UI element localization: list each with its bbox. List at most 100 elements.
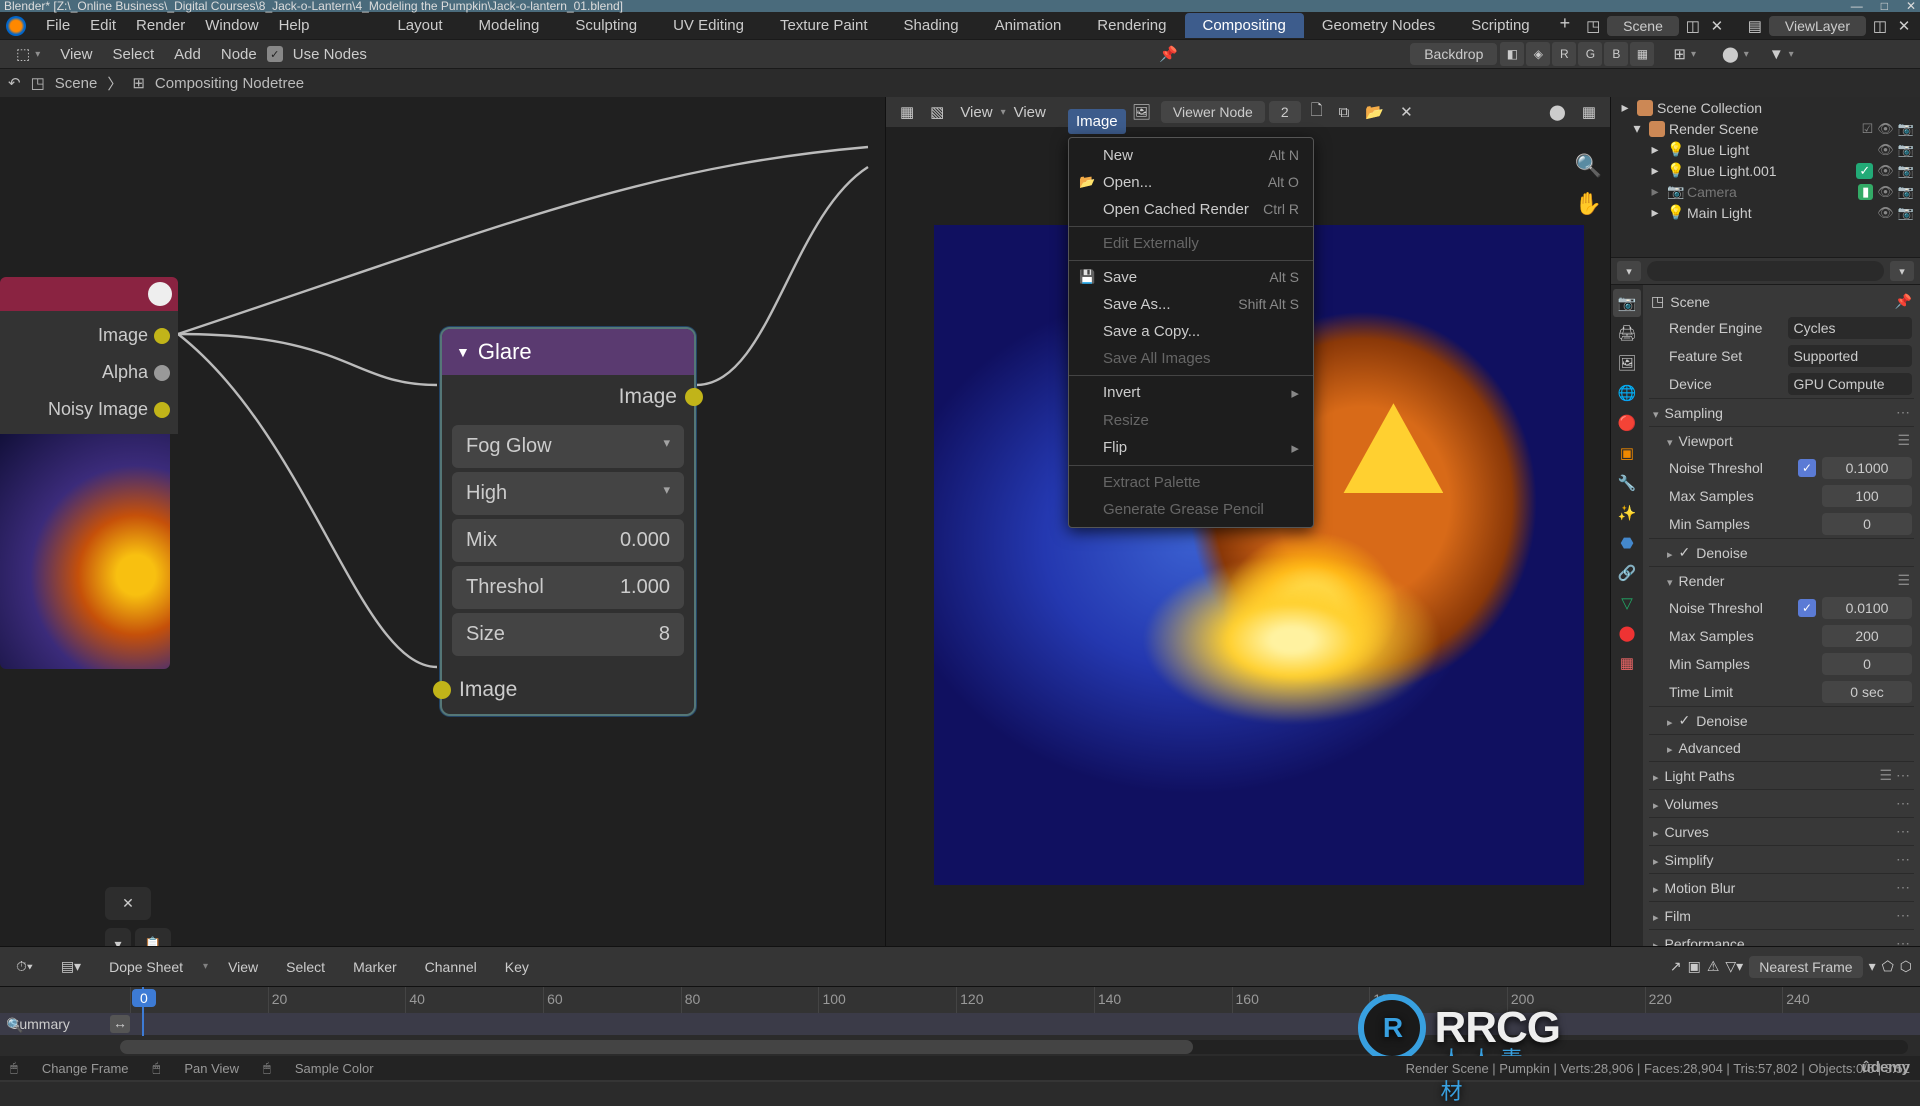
- menu-edit[interactable]: Edit: [80, 17, 126, 34]
- iv-image-menu[interactable]: Image: [1068, 109, 1126, 134]
- scene-name[interactable]: Scene: [1607, 16, 1679, 36]
- menu-render[interactable]: Render: [126, 17, 195, 34]
- props-editor-type[interactable]: ▾: [1617, 261, 1641, 281]
- dopesheet-view[interactable]: View: [220, 959, 266, 975]
- iv-close-icon[interactable]: ✕: [1392, 103, 1421, 121]
- render-icon[interactable]: 📷: [1898, 121, 1914, 137]
- glare-in-socket[interactable]: [433, 681, 451, 699]
- dopesheet-cursor-icon[interactable]: ↗: [1670, 958, 1682, 975]
- iv-mode[interactable]: ▧: [922, 103, 952, 121]
- tab-compositing[interactable]: Compositing: [1185, 13, 1304, 38]
- iv-image-select[interactable]: 🖼: [1124, 103, 1159, 121]
- editor-type-dropdown[interactable]: ⬚: [6, 45, 50, 63]
- timeline[interactable]: 020406080100120140160180200220240 Summar…: [0, 986, 1920, 1056]
- light-paths-section[interactable]: Light Paths: [1665, 768, 1735, 784]
- tab-rendering[interactable]: Rendering: [1079, 13, 1184, 38]
- channel-g-button[interactable]: G: [1578, 42, 1602, 66]
- scene-del-icon[interactable]: ✕: [1707, 16, 1727, 36]
- min-samples-value[interactable]: 0: [1822, 513, 1912, 535]
- dopesheet-mode[interactable]: ▤▾: [53, 958, 89, 975]
- outliner[interactable]: ▸Scene Collection ▾Render Scene☑👁📷 ▸💡Blu…: [1611, 97, 1920, 257]
- props-options-icon[interactable]: ▾: [1890, 261, 1914, 281]
- menu-new[interactable]: NewAlt N: [1069, 142, 1313, 169]
- tab-scripting[interactable]: Scripting: [1453, 13, 1547, 38]
- node-editor[interactable]: Image Alpha Noisy Image ▼Glare Image Fog…: [0, 97, 885, 946]
- crumb-back-icon[interactable]: ↶: [8, 74, 21, 92]
- dopesheet-marker[interactable]: Marker: [345, 959, 405, 975]
- dopesheet-prop-3[interactable]: ⬡: [1900, 958, 1912, 975]
- maximize-icon[interactable]: □: [1881, 0, 1888, 13]
- performance-section[interactable]: Performance: [1665, 936, 1745, 947]
- scene-icon[interactable]: ◳: [1583, 16, 1603, 36]
- iv-slot[interactable]: 2: [1269, 101, 1301, 123]
- props-search-input[interactable]: [1647, 261, 1884, 281]
- prop-tab-output[interactable]: 🖨: [1613, 319, 1641, 347]
- clipboard-icon[interactable]: 📋: [135, 928, 171, 946]
- render-layers-node[interactable]: Image Alpha Noisy Image: [0, 277, 178, 669]
- dopesheet-editor-type[interactable]: ⏱▾: [8, 958, 41, 975]
- iv-view-menu[interactable]: View: [952, 104, 1000, 121]
- pan-icon[interactable]: ✋: [1575, 191, 1602, 217]
- denoise-section[interactable]: Denoise: [1696, 545, 1747, 561]
- iv-view-menu-2[interactable]: View: [1006, 104, 1054, 121]
- noise-thresh-checkbox[interactable]: ✓: [1798, 459, 1816, 477]
- glare-size-field[interactable]: Size8: [452, 613, 684, 656]
- overlay-dropdown-1[interactable]: ⬤: [1712, 45, 1759, 63]
- render-engine-select[interactable]: Cycles: [1788, 317, 1913, 339]
- viewlayer-del-icon[interactable]: ✕: [1894, 16, 1914, 36]
- exclude-checkbox[interactable]: ☑: [1862, 121, 1874, 137]
- dopesheet-prop-icon[interactable]: ▣: [1688, 958, 1701, 975]
- socket-image[interactable]: [154, 328, 170, 344]
- pin-icon[interactable]: 📌: [1895, 293, 1912, 310]
- channel-r-button[interactable]: R: [1552, 42, 1576, 66]
- noise-thresh-value[interactable]: 0.1000: [1822, 457, 1912, 479]
- device-select[interactable]: GPU Compute: [1788, 373, 1913, 395]
- dopesheet-select[interactable]: Select: [278, 959, 333, 975]
- feature-set-select[interactable]: Supported: [1788, 345, 1913, 367]
- crumb-scene[interactable]: Scene: [55, 75, 98, 92]
- prop-tab-scene[interactable]: 🌐: [1613, 379, 1641, 407]
- volumes-section[interactable]: Volumes: [1665, 796, 1719, 812]
- prop-tab-material[interactable]: ⬤: [1613, 619, 1641, 647]
- snap-mode[interactable]: Nearest Frame: [1749, 956, 1862, 978]
- scene-collection[interactable]: Scene Collection: [1657, 100, 1762, 116]
- prop-tab-object[interactable]: ▣: [1613, 439, 1641, 467]
- iv-viewer-node[interactable]: Viewer Node: [1161, 101, 1265, 123]
- overlay-dropdown-2[interactable]: ▼: [1759, 46, 1804, 63]
- glare-threshold-field[interactable]: Threshol1.000: [452, 566, 684, 609]
- socket-alpha[interactable]: [154, 365, 170, 381]
- outliner-main-light[interactable]: Main Light: [1687, 205, 1752, 221]
- dopesheet-filter-icon[interactable]: ▽▾: [1725, 958, 1743, 975]
- iv-overlay-dropdown[interactable]: ▦: [1574, 103, 1604, 121]
- glare-collapse-icon[interactable]: ▼: [456, 344, 470, 360]
- playhead[interactable]: 0: [142, 987, 144, 1036]
- prop-tab-data[interactable]: ▽: [1613, 589, 1641, 617]
- min-samples-r-value[interactable]: 0: [1822, 653, 1912, 675]
- dopesheet-channel[interactable]: Channel: [417, 959, 485, 975]
- noise-thresh-r-checkbox[interactable]: ✓: [1798, 599, 1816, 617]
- toolbar-add[interactable]: Add: [164, 46, 211, 63]
- noise-thresh-r-value[interactable]: 0.0100: [1822, 597, 1912, 619]
- outliner-blue-light-001[interactable]: Blue Light.001: [1687, 163, 1777, 179]
- iv-new-icon[interactable]: 🗋: [1303, 100, 1331, 125]
- prop-tab-constraint[interactable]: 🔗: [1613, 559, 1641, 587]
- dopesheet-label[interactable]: Dope Sheet: [101, 959, 191, 975]
- menu-help[interactable]: Help: [269, 17, 320, 34]
- list-icon[interactable]: ☰: [1897, 432, 1910, 449]
- toolbar-node[interactable]: Node: [211, 46, 267, 63]
- menu-save[interactable]: 💾SaveAlt S: [1069, 264, 1313, 291]
- use-nodes-checkbox[interactable]: ✓: [267, 46, 283, 62]
- menu-open[interactable]: 📂Open...Alt O: [1069, 169, 1313, 196]
- iv-open-icon[interactable]: 📂: [1357, 103, 1392, 121]
- menu-invert[interactable]: Invert: [1069, 379, 1313, 407]
- close-icon[interactable]: ✕: [1906, 0, 1916, 13]
- prop-tab-texture[interactable]: ▦: [1613, 649, 1641, 677]
- vis-icon[interactable]: 👁: [1877, 121, 1894, 137]
- dopesheet-warn-icon[interactable]: ⚠: [1707, 958, 1720, 975]
- toolbar-select[interactable]: Select: [102, 46, 164, 63]
- simplify-section[interactable]: Simplify: [1665, 852, 1714, 868]
- glare-mix-field[interactable]: Mix0.000: [452, 519, 684, 562]
- image-editor[interactable]: ▦ ▧ View▾ View Image 🖼 Viewer Node 2 🗋 ⧉…: [885, 97, 1610, 946]
- dopesheet-key[interactable]: Key: [497, 959, 537, 975]
- toolbar-view[interactable]: View: [50, 46, 102, 63]
